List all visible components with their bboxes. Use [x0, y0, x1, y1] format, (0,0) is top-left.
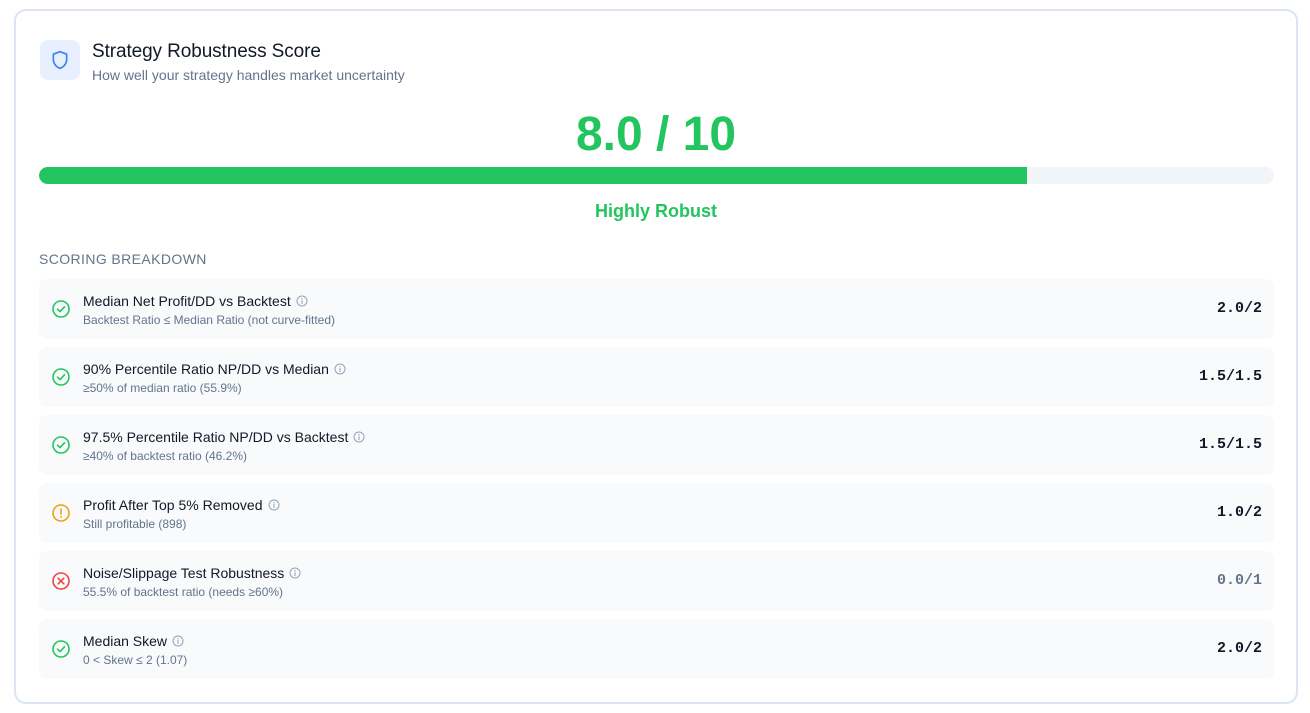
breakdown-score: 0.0/1: [1216, 572, 1262, 589]
breakdown-detail: ≥40% of backtest ratio (46.2%): [83, 449, 247, 463]
score-verdict: Highly Robust: [595, 201, 717, 221]
breakdown-list: Median Net Profit/DD vs Backtest Backtes…: [39, 279, 1274, 687]
info-icon[interactable]: [289, 567, 301, 579]
score-progress-fill: [39, 167, 1027, 184]
card-title: Strategy Robustness Score: [92, 41, 321, 62]
breakdown-detail: ≥50% of median ratio (55.9%): [83, 381, 242, 395]
breakdown-row: Median Net Profit/DD vs Backtest Backtes…: [39, 279, 1274, 339]
info-icon[interactable]: [268, 499, 280, 511]
breakdown-label: 90% Percentile Ratio NP/DD vs Median: [83, 361, 329, 377]
shield-icon: [40, 40, 80, 80]
breakdown-score: 2.0/2: [1216, 640, 1262, 657]
breakdown-detail: Backtest Ratio ≤ Median Ratio (not curve…: [83, 313, 336, 327]
breakdown-row: Profit After Top 5% Removed Still profit…: [39, 483, 1274, 543]
breakdown-detail: Still profitable (898): [83, 517, 187, 531]
card-subtitle: How well your strategy handles market un…: [92, 67, 405, 83]
check-circle-icon: [51, 367, 71, 387]
breakdown-label: Profit After Top 5% Removed: [83, 497, 263, 513]
score-value: 8.0 / 10: [575, 108, 737, 161]
breakdown-label: 97.5% Percentile Ratio NP/DD vs Backtest: [83, 429, 349, 445]
breakdown-score: 1.5/1.5: [1198, 436, 1262, 453]
info-icon[interactable]: [334, 363, 346, 375]
score-progress-bar: [39, 167, 1274, 184]
breakdown-row: Noise/Slippage Test Robustness 55.5% of …: [39, 551, 1274, 611]
info-icon[interactable]: [296, 295, 308, 307]
breakdown-label: Median Net Profit/DD vs Backtest: [83, 293, 291, 309]
breakdown-row: Median Skew 0 < Skew ≤ 2 (1.07) 2.0/2: [39, 619, 1274, 679]
section-title: SCORING BREAKDOWN: [39, 251, 207, 267]
x-circle-icon: [51, 571, 71, 591]
robustness-card: Strategy Robustness Score How well your …: [14, 9, 1298, 704]
breakdown-detail: 0 < Skew ≤ 2 (1.07): [83, 653, 188, 667]
alert-circle-icon: [51, 503, 71, 523]
breakdown-detail: 55.5% of backtest ratio (needs ≥60%): [83, 585, 284, 599]
check-circle-icon: [51, 639, 71, 659]
breakdown-label: Median Skew: [83, 633, 168, 649]
breakdown-label: Noise/Slippage Test Robustness: [83, 565, 285, 581]
breakdown-score: 1.0/2: [1216, 504, 1262, 521]
info-icon[interactable]: [353, 431, 365, 443]
check-circle-icon: [51, 435, 71, 455]
check-circle-icon: [51, 299, 71, 319]
breakdown-score: 2.0/2: [1216, 300, 1262, 317]
breakdown-score: 1.5/1.5: [1198, 368, 1262, 385]
card-header: Strategy Robustness Score How well your …: [40, 40, 405, 84]
breakdown-row: 90% Percentile Ratio NP/DD vs Median ≥50…: [39, 347, 1274, 407]
breakdown-row: 97.5% Percentile Ratio NP/DD vs Backtest…: [39, 415, 1274, 475]
info-icon[interactable]: [172, 635, 184, 647]
